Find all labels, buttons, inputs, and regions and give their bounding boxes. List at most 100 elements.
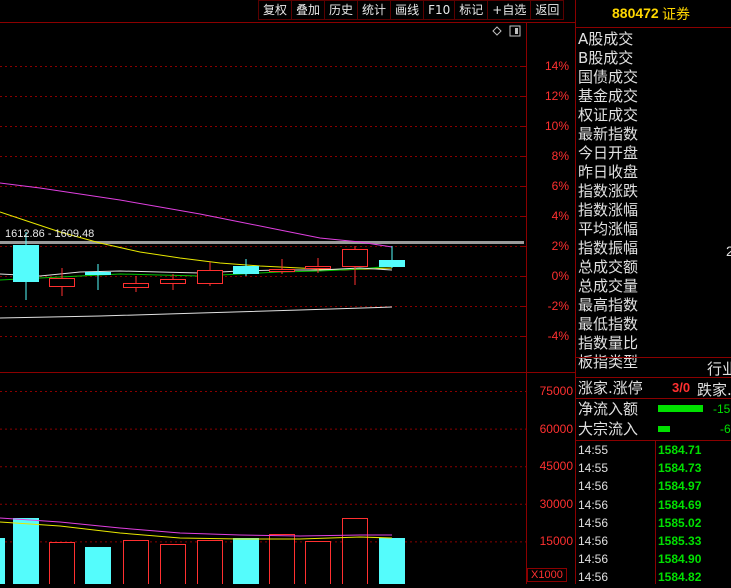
pct-scale-label: 8% xyxy=(551,149,569,163)
back-button[interactable]: 返回 xyxy=(530,0,565,20)
net-inflow-value: -15 xyxy=(713,402,731,416)
vol-ma-yellow-line xyxy=(0,521,393,540)
tick-row: 14:56 1584.97 xyxy=(576,479,731,497)
volume-bar xyxy=(13,518,39,584)
tick-row: 14:56 1585.02 xyxy=(576,516,731,534)
quote-label: 指数振幅 xyxy=(578,239,639,257)
kline-chart-area[interactable]: 1612.86 - 1609.48 14% 12% 10% 8% 6% 4% 2% 0% -2%… xyxy=(0,0,575,584)
volume-bar xyxy=(0,538,5,584)
vol-ma-magenta-line xyxy=(0,517,392,537)
index-code: 880472 xyxy=(612,5,659,21)
quote-label: 指数涨跌 xyxy=(578,182,639,200)
block-inflow-bar xyxy=(658,426,670,432)
divider-line xyxy=(576,398,731,399)
board-type-value: 行业 xyxy=(707,360,731,378)
tick-price: 1584.73 xyxy=(658,461,702,476)
quote-label: 基金成交 xyxy=(578,87,639,105)
volume-bars xyxy=(0,518,405,584)
tick-row: 14:55 1584.71 xyxy=(576,443,731,461)
tick-row: 14:55 1584.73 xyxy=(576,461,731,479)
volume-bar xyxy=(233,538,259,584)
tick-row: 14:56 1585.33 xyxy=(576,534,731,552)
diamond-icon xyxy=(492,26,502,36)
restore-rights-button[interactable]: 复权 xyxy=(258,0,292,20)
tick-time: 14:56 xyxy=(578,552,609,567)
tick-price: 1585.33 xyxy=(658,534,702,548)
history-button[interactable]: 历史 xyxy=(324,0,358,20)
pct-scale-label: 0% xyxy=(551,269,569,283)
add-watchlist-button[interactable]: +自选 xyxy=(487,0,531,20)
volume-grid xyxy=(0,391,526,543)
tick-time: 14:55 xyxy=(578,443,609,457)
quote-label: 指数量比 xyxy=(578,334,639,352)
tick-price: 1584.90 xyxy=(658,552,702,567)
quote-label: 国债成交 xyxy=(578,68,639,86)
down-label: 跌家. xyxy=(697,381,731,399)
main-grid xyxy=(0,66,526,337)
tick-price: 1584.82 xyxy=(658,570,702,585)
candle-body xyxy=(342,249,368,267)
up-stop-value: 3/0 xyxy=(672,380,691,395)
pct-scale-label: 6% xyxy=(551,179,569,193)
pct-scale-label: 10% xyxy=(544,119,569,133)
quote-label: 指数涨幅 xyxy=(578,201,639,219)
volume-bar xyxy=(379,538,405,584)
block-inflow-label: 大宗流入 xyxy=(578,420,639,438)
volume-bar xyxy=(269,534,295,584)
tick-price: 1585.02 xyxy=(658,515,702,530)
tick-time: 14:56 xyxy=(578,479,609,494)
kline-svg[interactable] xyxy=(0,0,575,584)
quote-label: 板指类型 xyxy=(578,353,639,371)
volume-scale-label: 60000 xyxy=(539,421,573,436)
candle-body xyxy=(305,266,331,269)
volume-bar xyxy=(197,540,223,584)
pct-scale-label: 12% xyxy=(544,89,569,103)
quote-label: 最新指数 xyxy=(578,125,639,143)
ma-white-short-line xyxy=(0,267,393,277)
draw-line-button[interactable]: 画线 xyxy=(390,0,424,20)
net-inflow-label: 净流入额 xyxy=(578,400,639,418)
tick-time: 14:56 xyxy=(578,534,609,548)
price-annotation: 1612.86 - 1609.48 xyxy=(5,228,95,240)
candle-body xyxy=(379,260,405,267)
tick-row: 14:56 1584.90 xyxy=(576,552,731,570)
overlay-button[interactable]: 叠加 xyxy=(291,0,325,20)
quote-label: 昨日收盘 xyxy=(578,163,639,181)
chart-toolbar: 复权 叠加 历史 统计 画线 F10 标记 +自选 返回 xyxy=(258,0,565,22)
quote-label: A股成交 xyxy=(578,30,634,48)
ma-white-long-line xyxy=(0,306,393,319)
candle-body xyxy=(160,279,186,284)
amplitude-value: 2 xyxy=(726,243,731,259)
quote-label: 今日开盘 xyxy=(578,144,639,162)
candle-body xyxy=(13,245,39,282)
mark-button[interactable]: 标记 xyxy=(454,0,488,20)
divider-line xyxy=(576,377,731,378)
tick-price: 1584.97 xyxy=(658,479,702,494)
quote-label: 最高指数 xyxy=(578,296,639,314)
tick-time: 14:56 xyxy=(578,570,609,585)
candle-body xyxy=(197,270,223,284)
divider-line xyxy=(576,440,731,441)
volume-multiplier: X1000 xyxy=(527,568,567,582)
tick-time: 14:56 xyxy=(578,515,609,530)
quote-label: 总成交量 xyxy=(578,277,639,295)
quote-panel: 880472 证券 A股成交 B股成交 国债成交 基金成交 权证成交 最新指数 今日开盘 昨日… xyxy=(575,0,731,584)
pct-scale-label: 4% xyxy=(551,209,569,223)
volume-bar xyxy=(305,541,331,584)
candle-body xyxy=(49,278,75,287)
up-stop-label: 涨家.涨停 xyxy=(578,379,643,397)
tick-price: 1584.71 xyxy=(658,443,702,457)
block-inflow-value: -6 xyxy=(720,422,731,436)
statistics-button[interactable]: 统计 xyxy=(357,0,391,20)
candle-body xyxy=(123,283,149,288)
tick-time: 14:55 xyxy=(578,461,609,476)
quote-label: 最低指数 xyxy=(578,315,639,333)
pct-scale-label: -2% xyxy=(547,299,569,313)
f10-button[interactable]: F10 xyxy=(423,0,455,20)
volume-bar xyxy=(85,547,111,584)
volume-scale-label: 75000 xyxy=(539,384,573,398)
volume-scale-label: 45000 xyxy=(539,459,573,474)
tick-row: 14:56 1584.82 xyxy=(576,570,731,588)
volume-scale-label: 30000 xyxy=(539,496,573,511)
volume-bar xyxy=(160,544,186,584)
